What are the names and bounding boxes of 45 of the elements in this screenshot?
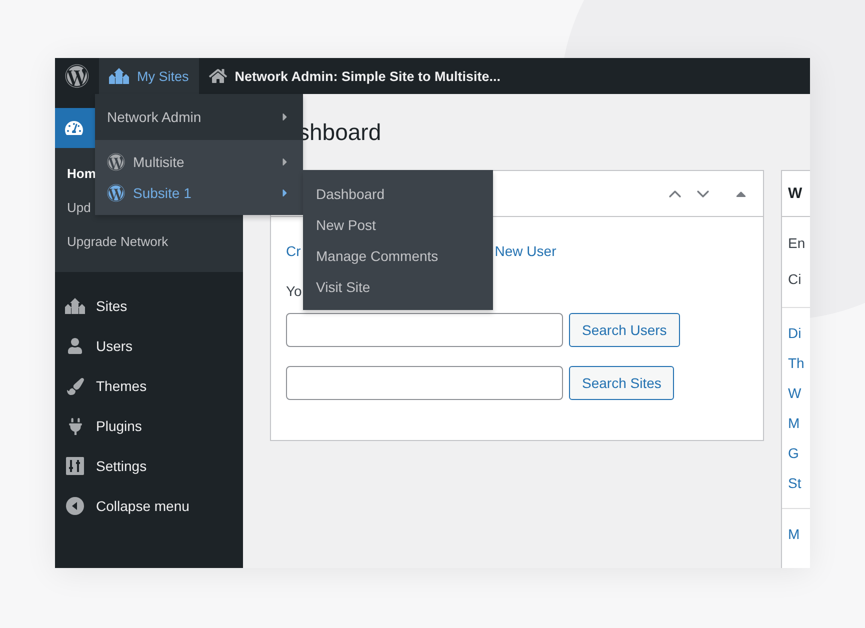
link[interactable]: M [788, 415, 800, 431]
houses-icon [109, 68, 129, 84]
flyout-item[interactable]: Manage Comments [303, 240, 493, 271]
flyout-item[interactable]: New Post [303, 209, 493, 240]
plug-icon [66, 418, 84, 434]
menu-item[interactable]: Plugins [55, 406, 243, 446]
dropdown-item[interactable]: Multisite [95, 146, 303, 177]
search-button[interactable]: Search Users [569, 313, 680, 347]
widget-text: Yo [286, 283, 302, 299]
widget-text: En [788, 235, 806, 251]
wordpress-logo-icon [107, 152, 125, 170]
houses-icon [65, 298, 85, 314]
link[interactable]: G [788, 445, 799, 461]
home-icon [208, 67, 227, 85]
submenu-item[interactable]: Upgrade Network [55, 224, 243, 258]
link[interactable]: Di [788, 325, 802, 341]
link[interactable]: W [788, 385, 802, 401]
widget-title: W [782, 171, 810, 217]
link[interactable]: St [788, 475, 802, 491]
widget-text: Ci [788, 271, 802, 287]
menu-item[interactable]: Sites [55, 286, 243, 326]
dashboard-icon [65, 119, 83, 137]
site-name-link[interactable]: Network Admin: Simple Site to Multisite... [198, 58, 511, 94]
search-field[interactable] [286, 313, 563, 347]
wordpress-logo-icon [107, 184, 125, 202]
menu-item[interactable]: Settings [55, 446, 243, 486]
wordpress-logo-icon[interactable] [65, 64, 89, 88]
flyout-item[interactable]: Dashboard [303, 178, 493, 209]
search-field[interactable] [286, 366, 563, 400]
user-icon [67, 338, 83, 354]
menu-item[interactable]: Themes [55, 366, 243, 406]
link[interactable]: New User [494, 243, 556, 259]
dropdown-item[interactable]: Network Admin [95, 94, 303, 140]
my-sites-menu[interactable]: My Sites [99, 58, 199, 94]
sliders-icon [66, 457, 84, 475]
collapse-icon [66, 497, 84, 515]
menu-item[interactable]: Collapse menu [55, 486, 243, 526]
menu-item[interactable]: Users [55, 326, 243, 366]
flyout-item[interactable]: Visit Site [303, 271, 493, 302]
link[interactable]: Th [788, 355, 804, 371]
search-button[interactable]: Search Sites [569, 366, 674, 400]
link[interactable]: Cr [286, 243, 301, 259]
paintbrush-icon [66, 378, 84, 394]
dropdown-item[interactable]: Subsite 1 [95, 177, 303, 208]
link[interactable]: M [788, 526, 800, 542]
